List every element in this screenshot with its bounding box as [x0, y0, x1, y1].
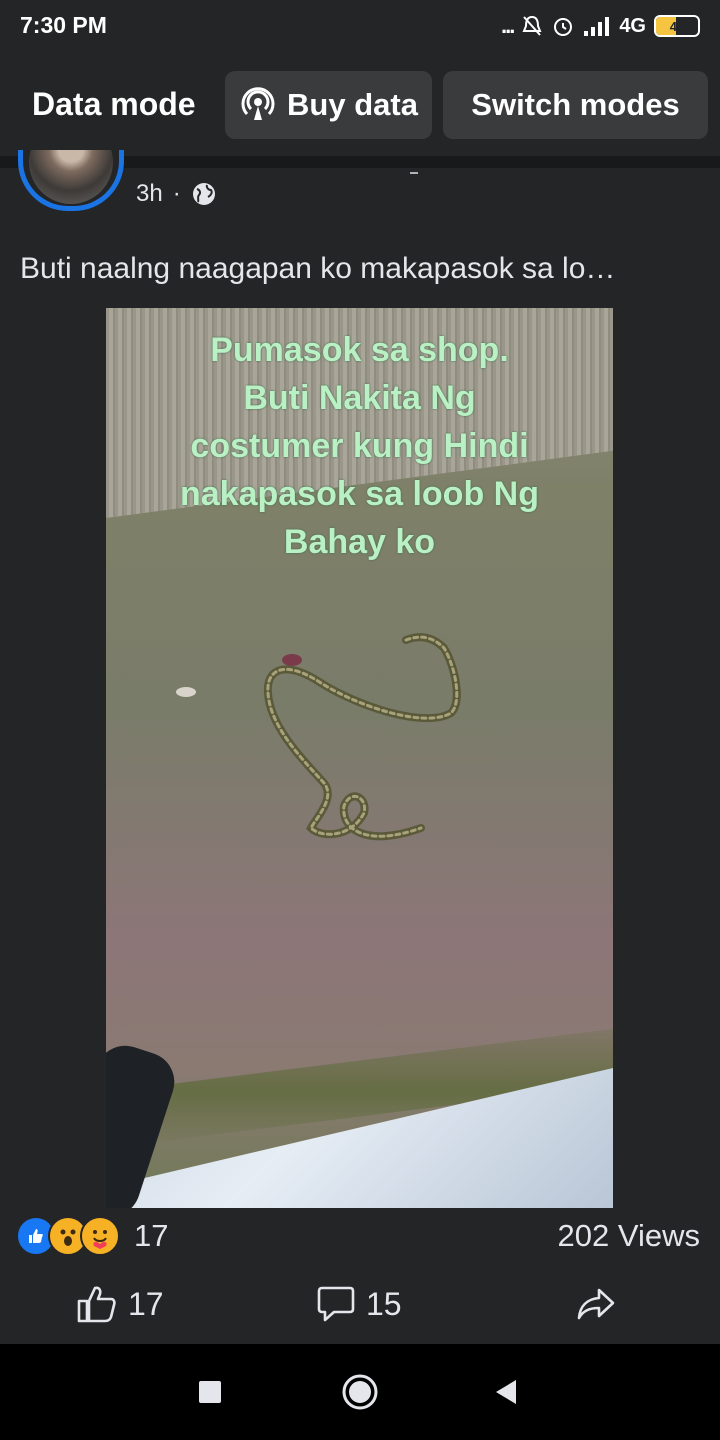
data-mode-title: Data mode: [32, 86, 196, 122]
post-actions: 17 15: [0, 1270, 720, 1340]
share-icon: [577, 1288, 615, 1320]
data-mode-bar: Data mode Buy data Switch modes: [0, 52, 720, 156]
home-button[interactable]: [340, 1372, 380, 1412]
comment-button[interactable]: 15: [316, 1284, 402, 1324]
broadcast-icon: [241, 87, 275, 120]
battery-icon: 48: [654, 15, 700, 37]
avatar[interactable]: [18, 150, 124, 211]
author-name-fragment: [410, 172, 418, 174]
care-reaction-icon: [80, 1216, 120, 1256]
comment-icon: [317, 1286, 355, 1322]
network-type: 4G: [619, 14, 646, 37]
image-caption: Pumasok sa shop. Buti Nakita Ng costumer…: [106, 326, 613, 566]
battery-level: 48: [669, 18, 685, 34]
more-notifications-icon: ...: [500, 13, 515, 38]
circle-icon: [342, 1374, 378, 1410]
switch-modes-button[interactable]: Switch modes: [443, 71, 708, 139]
post-text[interactable]: Buti naalng naagapan ko makapasok sa lo…: [20, 252, 682, 286]
like-button[interactable]: 17: [76, 1284, 164, 1324]
comment-count: 15: [366, 1285, 402, 1322]
square-icon: [199, 1381, 221, 1403]
status-bar: 7:30 PM ... 4G 48: [0, 0, 720, 52]
buy-data-label: Buy data: [287, 87, 418, 122]
buy-data-button[interactable]: Buy data: [225, 71, 432, 139]
caption-line: costumer kung Hindi: [190, 427, 529, 465]
caption-line: nakapasok sa loob Ng: [180, 475, 539, 513]
avatar-image: [29, 150, 113, 204]
thumbs-up-icon: [77, 1286, 116, 1323]
post-header: 3h ·: [0, 150, 720, 228]
back-triangle-icon: [496, 1380, 516, 1404]
reaction-icons: [16, 1216, 120, 1256]
post-meta: 3h ·: [136, 180, 217, 208]
post-time[interactable]: 3h: [136, 180, 163, 208]
caption-line: Buti Nakita Ng: [243, 379, 476, 417]
caption-line: Bahay ko: [283, 523, 436, 561]
switch-modes-label: Switch modes: [471, 87, 680, 122]
system-nav-bar: [0, 1344, 720, 1440]
alarm-icon: [554, 18, 573, 36]
reaction-count: 17: [134, 1218, 169, 1253]
back-button[interactable]: [486, 1372, 526, 1412]
caption-line: Pumasok sa shop.: [210, 331, 509, 369]
globe-icon: [192, 183, 215, 205]
bell-muted-icon: [522, 15, 542, 36]
post-image[interactable]: Pumasok sa shop. Buti Nakita Ng costumer…: [106, 308, 613, 1208]
share-button[interactable]: [576, 1284, 616, 1324]
status-time: 7:30 PM: [20, 12, 107, 38]
like-count: 17: [128, 1285, 164, 1322]
signal-icon: [584, 17, 610, 36]
reactions-summary[interactable]: 17 202 Views: [0, 1212, 720, 1260]
views-count: 202 Views: [557, 1218, 700, 1253]
recents-button[interactable]: [190, 1372, 230, 1412]
status-icons: ... 4G 48: [501, 10, 700, 42]
meta-separator: ·: [172, 180, 181, 207]
